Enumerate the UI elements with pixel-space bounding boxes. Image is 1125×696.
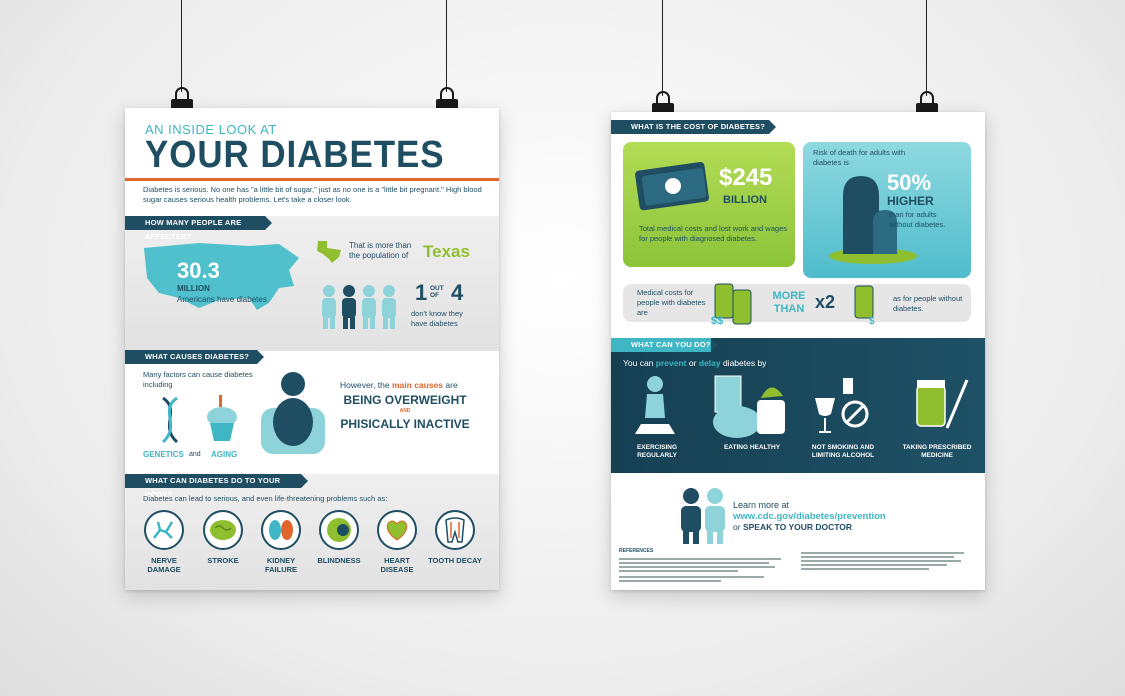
genetics-label: GENETICS bbox=[143, 450, 184, 459]
doctor-patient-icon bbox=[681, 488, 725, 544]
healthy-food-icon bbox=[713, 375, 785, 438]
factors-text: Many factors can cause diabetes includin… bbox=[143, 370, 253, 389]
intro-text: Diabetes is serious. No one has "a littl… bbox=[143, 185, 482, 204]
hanging-wire bbox=[446, 0, 447, 92]
action-label: EXERCISING REGULARLY bbox=[636, 444, 678, 459]
hanging-wire bbox=[926, 0, 927, 96]
or-speak-pre: or bbox=[733, 522, 741, 532]
orange-rule bbox=[125, 178, 499, 181]
risk-higher: HIGHER bbox=[887, 194, 934, 208]
dna-icon bbox=[161, 396, 179, 444]
inactive-label: PHISICALLY INACTIVE bbox=[340, 417, 470, 431]
are-label: are bbox=[445, 380, 458, 390]
problem-label: NERVE DAMAGE bbox=[147, 556, 181, 574]
action-label: EATING HEALTHY bbox=[723, 444, 781, 451]
texas-label: Texas bbox=[423, 242, 470, 261]
problem-label: TOOTH DECAY bbox=[428, 556, 482, 565]
references-text-block bbox=[619, 556, 789, 582]
med-costs-text: Medical costs for people with diabetes a… bbox=[637, 288, 706, 317]
however-text: However, the main causes are bbox=[340, 380, 458, 390]
section-heading: WHAT IS THE COST OF DIABETES? bbox=[611, 120, 776, 134]
prevent-text: You can prevent or delay diabetes by bbox=[623, 358, 766, 368]
main-causes-label: main causes bbox=[392, 380, 444, 390]
out-of-label: OUT OF bbox=[430, 285, 444, 299]
money-icon bbox=[635, 161, 709, 211]
svg-text:$$: $$ bbox=[711, 315, 723, 327]
four-label: 4 bbox=[451, 280, 464, 305]
delay-label: delay bbox=[698, 358, 721, 368]
lead-text: Diabetes can lead to serious, and even l… bbox=[143, 494, 388, 503]
or-label: or bbox=[688, 358, 697, 368]
hanging-wire bbox=[181, 0, 182, 92]
as-for-text: as for people without diabetes. bbox=[893, 294, 963, 313]
hanging-wire bbox=[662, 0, 663, 96]
medicine-icon bbox=[916, 379, 969, 429]
problem-label: BLINDNESS bbox=[317, 556, 361, 565]
eye-icon bbox=[319, 510, 359, 550]
dont-know-text: don't know they have diabetes bbox=[411, 309, 463, 328]
section-heading: WHAT CAN DIABETES DO TO YOUR BODY? bbox=[125, 474, 308, 499]
affected-number: 30.3 bbox=[177, 258, 220, 283]
references-text-block bbox=[801, 550, 971, 576]
section-heading: WHAT CAUSES DIABETES? bbox=[125, 350, 264, 364]
million-label: MILLION bbox=[177, 284, 210, 293]
however-label: However, the bbox=[340, 380, 390, 390]
americans-label: Americans have diabetes bbox=[177, 295, 267, 304]
more-than-text: That is more than the population of bbox=[349, 241, 412, 260]
references-heading: REFERENCES bbox=[619, 548, 654, 554]
risk-intro: Risk of death for adults with diabetes i… bbox=[813, 148, 906, 167]
overweight-person-icon bbox=[261, 372, 325, 454]
speak-text: or SPEAK TO YOUR DOCTOR bbox=[733, 522, 852, 532]
cost-amount: $245 bbox=[719, 164, 773, 191]
risk-percent: 50% bbox=[887, 170, 932, 195]
section-heading: HOW MANY PEOPLE ARE AFFECTED? bbox=[125, 216, 272, 241]
overweight-label: BEING OVERWEIGHT bbox=[343, 393, 467, 407]
more-than-label: MORE THAN bbox=[772, 290, 806, 315]
cdc-link[interactable]: www.cdc.gov/diabetes/prevention bbox=[733, 511, 886, 522]
tooth-icon bbox=[435, 510, 475, 550]
no-smoking-alcohol-icon bbox=[815, 378, 869, 433]
one-label: 1 bbox=[415, 280, 428, 305]
left-poster: AN INSIDE LOOK AT YOUR DIABETES Diabetes… bbox=[125, 108, 499, 590]
x2-label: x2 bbox=[815, 292, 836, 312]
problem-label: STROKE bbox=[207, 556, 239, 565]
right-poster: WHAT IS THE COST OF DIABETES? $245 BILLI… bbox=[611, 112, 985, 590]
nerve-icon bbox=[144, 510, 184, 550]
learn-more-text: Learn more at bbox=[733, 500, 790, 510]
heart-icon bbox=[377, 510, 417, 550]
kidney-icon bbox=[261, 510, 301, 550]
risk-than: than for adults without diabetes. bbox=[889, 210, 946, 229]
brain-icon bbox=[203, 510, 243, 550]
section-heading: WHAT CAN YOU DO? bbox=[611, 338, 718, 352]
pill-bottle-icon: $ bbox=[854, 285, 875, 326]
aging-label: AGING bbox=[211, 450, 238, 459]
texas-icon bbox=[317, 241, 341, 263]
prevent-post: diabetes by bbox=[722, 358, 767, 368]
cupcake-icon bbox=[207, 395, 237, 441]
and-label: and bbox=[189, 451, 201, 458]
svg-text:$: $ bbox=[869, 316, 875, 326]
problem-label: HEART DISEASE bbox=[380, 556, 414, 574]
title-big: YOUR DIABETES bbox=[145, 134, 445, 176]
action-label: TAKING PRESCRIBED MEDICINE bbox=[902, 444, 972, 459]
speak-label: SPEAK TO YOUR DOCTOR bbox=[742, 522, 853, 532]
problem-label: KIDNEY FAILURE bbox=[264, 556, 298, 574]
prevent-pre: You can bbox=[623, 358, 654, 368]
prevent-label: prevent bbox=[655, 358, 687, 368]
cost-description: Total medical costs and lost work and wa… bbox=[639, 224, 787, 243]
cost-billion: BILLION bbox=[723, 194, 767, 206]
people-icons bbox=[322, 285, 396, 329]
exercise-bike-icon bbox=[635, 376, 675, 434]
action-label: NOT SMOKING AND LIMITING ALCOHOL bbox=[811, 444, 875, 459]
pill-bottles-icon: $$ bbox=[711, 283, 752, 327]
and-caps-label: AND bbox=[399, 408, 411, 414]
